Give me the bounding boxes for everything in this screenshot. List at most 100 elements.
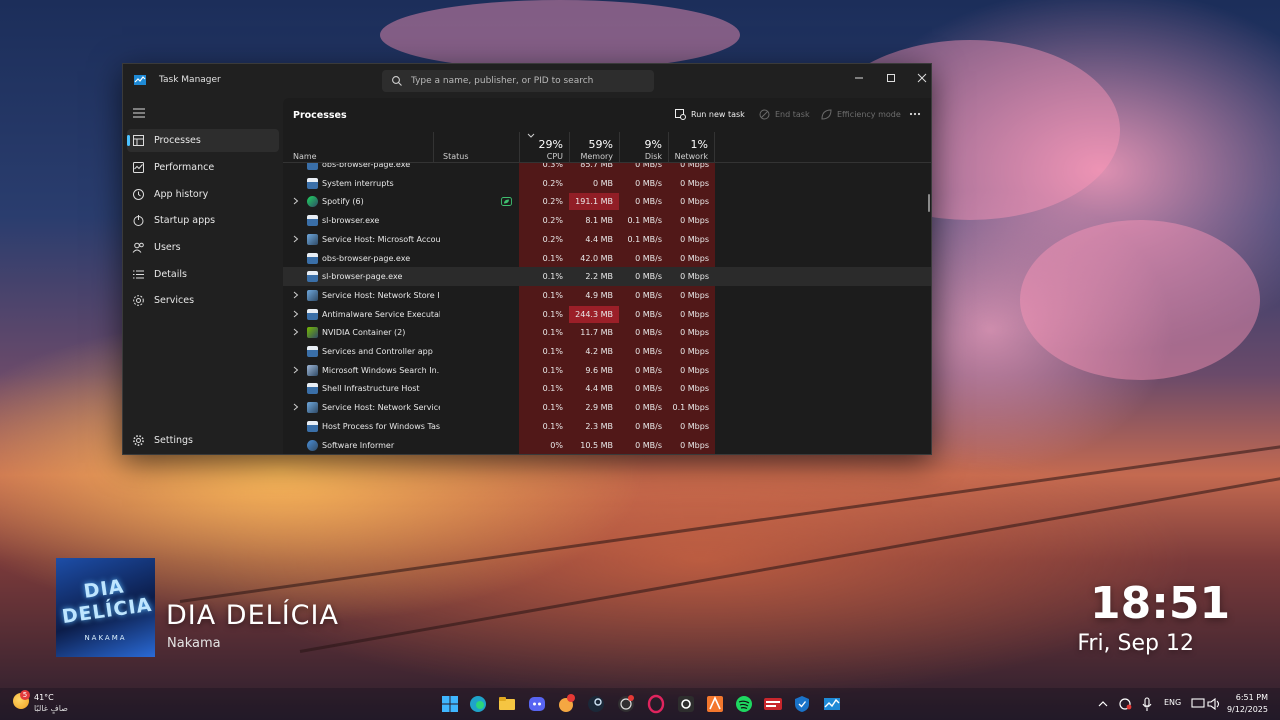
- windows-start-icon[interactable]: [440, 694, 460, 714]
- network-value: 0 Mbps: [680, 272, 709, 282]
- minimize-button[interactable]: [844, 68, 874, 88]
- chevron-up-icon[interactable]: [1096, 694, 1110, 714]
- taskbar-clock-time[interactable]: 6:51 PM: [1226, 693, 1268, 702]
- column-header-memory[interactable]: 59% Memory: [569, 132, 619, 162]
- cpu-value: 0.1%: [542, 403, 563, 413]
- column-header-disk[interactable]: 9% Disk: [619, 132, 668, 162]
- taskbar-clock-date[interactable]: 9/12/2025: [1216, 705, 1268, 714]
- table-row[interactable]: obs-browser-page.exe 0.3% 85.7 MB 0 MB/s 0 M…: [283, 163, 931, 174]
- chevron-right-icon[interactable]: [293, 366, 299, 374]
- process-icon: [307, 215, 318, 227]
- sidebar-item-startup-apps[interactable]: Startup apps: [127, 209, 279, 232]
- gear-icon: [133, 435, 144, 446]
- sync-icon[interactable]: [1117, 694, 1133, 714]
- cpu-value: 0.1%: [542, 421, 563, 431]
- disk-value: 0 MB/s: [635, 421, 662, 431]
- table-row[interactable]: Spotify (6) 0.2% 191.1 MB 0 MB/s 0 Mbps: [283, 192, 931, 211]
- network-total: 1%: [690, 138, 708, 151]
- sidebar-item-users[interactable]: Users: [127, 236, 279, 259]
- table-row[interactable]: sl-browser-page.exe 0.1% 2.2 MB 0 MB/s 0 Mbp…: [283, 267, 931, 286]
- cpu-value: 0.1%: [542, 309, 563, 319]
- chevron-right-icon[interactable]: [293, 197, 299, 205]
- file-explorer-icon[interactable]: [497, 694, 517, 714]
- hamburger-menu-icon[interactable]: [131, 106, 147, 120]
- table-row[interactable]: obs-browser-page.exe 0.1% 42.0 MB 0 MB/s 0 M…: [283, 249, 931, 268]
- sidebar-item-app-history[interactable]: App history: [127, 183, 279, 206]
- title-bar[interactable]: Task Manager Type a name, publisher, or …: [123, 64, 931, 98]
- opera-gx-icon[interactable]: [646, 694, 666, 714]
- app-history-icon: [133, 189, 144, 200]
- table-row[interactable]: System interrupts 0.2% 0 MB 0 MB/s 0 Mbps: [283, 174, 931, 193]
- spotify-icon[interactable]: [734, 694, 754, 714]
- column-header-network[interactable]: 1% Network: [668, 132, 715, 162]
- process-icon: [307, 163, 318, 170]
- end-task-button[interactable]: End task: [759, 107, 810, 123]
- efficiency-mode-button[interactable]: Efficiency mode: [821, 107, 901, 123]
- discord-icon[interactable]: [527, 694, 547, 714]
- security-shield-icon[interactable]: [792, 694, 812, 714]
- process-name: obs-browser-page.exe: [322, 253, 411, 263]
- chevron-right-icon[interactable]: [293, 291, 299, 299]
- table-row[interactable]: Antimalware Service Executable 0.1% 244.3 …: [283, 305, 931, 324]
- network-value: 0 Mbps: [680, 309, 709, 319]
- microphone-icon[interactable]: [1140, 694, 1154, 714]
- column-header-name[interactable]: Name: [283, 132, 433, 162]
- input-language[interactable]: ENG: [1164, 698, 1181, 707]
- process-name: Service Host: Network Store In...: [322, 290, 440, 300]
- cherry-blossom: [380, 0, 740, 70]
- sidebar-item-processes[interactable]: Processes: [127, 129, 279, 152]
- search-input[interactable]: Type a name, publisher, or PID to search: [382, 70, 654, 92]
- chevron-right-icon[interactable]: [293, 328, 299, 336]
- sidebar-item-performance[interactable]: Performance: [127, 156, 279, 179]
- process-name: Service Host: Network Service: [322, 403, 440, 413]
- table-row[interactable]: Shell Infrastructure Host 0.1% 4.4 MB 0 MB/…: [283, 379, 931, 398]
- table-row[interactable]: Services and Controller app 0.1% 4.2 MB 0 M…: [283, 342, 931, 361]
- memory-value: 85.7 MB: [580, 163, 613, 169]
- sidebar-item-settings[interactable]: Settings: [127, 429, 279, 452]
- run-new-task-button[interactable]: Run new task: [675, 107, 745, 123]
- obs-studio-icon[interactable]: [616, 694, 636, 714]
- maximize-button[interactable]: [876, 68, 906, 88]
- column-header-cpu[interactable]: 29% CPU: [519, 132, 569, 162]
- close-button[interactable]: [907, 68, 931, 88]
- memory-value: 4.2 MB: [585, 347, 613, 356]
- desktop-clock-time: 18:51: [1090, 578, 1231, 629]
- process-name: Services and Controller app: [322, 347, 433, 356]
- chevron-right-icon[interactable]: [293, 235, 299, 243]
- table-row[interactable]: Service Host: Network Store In... 0.1% 4.9…: [283, 286, 931, 305]
- voicemeeter-icon[interactable]: [763, 694, 783, 714]
- spotify-icon: [307, 196, 318, 208]
- table-row[interactable]: Host Process for Windows Tasks 0.1% 2.3 MB…: [283, 417, 931, 436]
- memory-value: 4.4 MB: [585, 234, 613, 244]
- sidebar-item-services[interactable]: Services: [127, 289, 279, 312]
- table-row[interactable]: Service Host: Network Service 0.1% 2.9 MB 0…: [283, 398, 931, 417]
- display-icon[interactable]: [1190, 694, 1206, 714]
- scrollbar-thumb[interactable]: [928, 194, 930, 212]
- table-row[interactable]: NVIDIA Container (2) 0.1% 11.7 MB 0 MB/s 0 M…: [283, 323, 931, 342]
- album-art[interactable]: DIA DELÍCIA NAKAMA: [56, 558, 155, 657]
- chevron-right-icon[interactable]: [293, 403, 299, 411]
- weather-temperature[interactable]: 41°C: [34, 693, 54, 702]
- table-row[interactable]: sl-browser.exe 0.2% 8.1 MB 0.1 MB/s 0 Mbps: [283, 211, 931, 230]
- sidebar-item-details[interactable]: Details: [127, 263, 279, 286]
- table-row[interactable]: Microsoft Windows Search In... 0.1% 9.6 MB…: [283, 361, 931, 380]
- network-value: 0 Mbps: [680, 216, 709, 226]
- chevron-right-icon[interactable]: [293, 310, 299, 318]
- sublime-app-icon[interactable]: [705, 694, 725, 714]
- edge-browser-icon[interactable]: [468, 694, 488, 714]
- steam-icon[interactable]: [586, 694, 606, 714]
- task-manager-running-icon[interactable]: [822, 694, 842, 714]
- table-row[interactable]: Software Informer 0% 10.5 MB 0 MB/s 0 Mbps: [283, 436, 931, 455]
- table-row[interactable]: Service Host: Microsoft Accou... 0.2% 4.4 …: [283, 230, 931, 249]
- run-new-task-label: Run new task: [691, 110, 745, 119]
- memory-total: 59%: [588, 138, 613, 151]
- more-options-icon[interactable]: [909, 112, 921, 116]
- task-manager-app-icon: [134, 75, 146, 85]
- disk-value: 0 MB/s: [635, 328, 662, 338]
- disk-value: 0 MB/s: [635, 290, 662, 300]
- chat-app-icon[interactable]: [556, 694, 576, 714]
- disk-label: Disk: [644, 152, 662, 161]
- column-header-status[interactable]: Status: [433, 132, 519, 162]
- task-manager-taskbar-icon[interactable]: [676, 694, 696, 714]
- cpu-value: 0.1%: [542, 272, 563, 282]
